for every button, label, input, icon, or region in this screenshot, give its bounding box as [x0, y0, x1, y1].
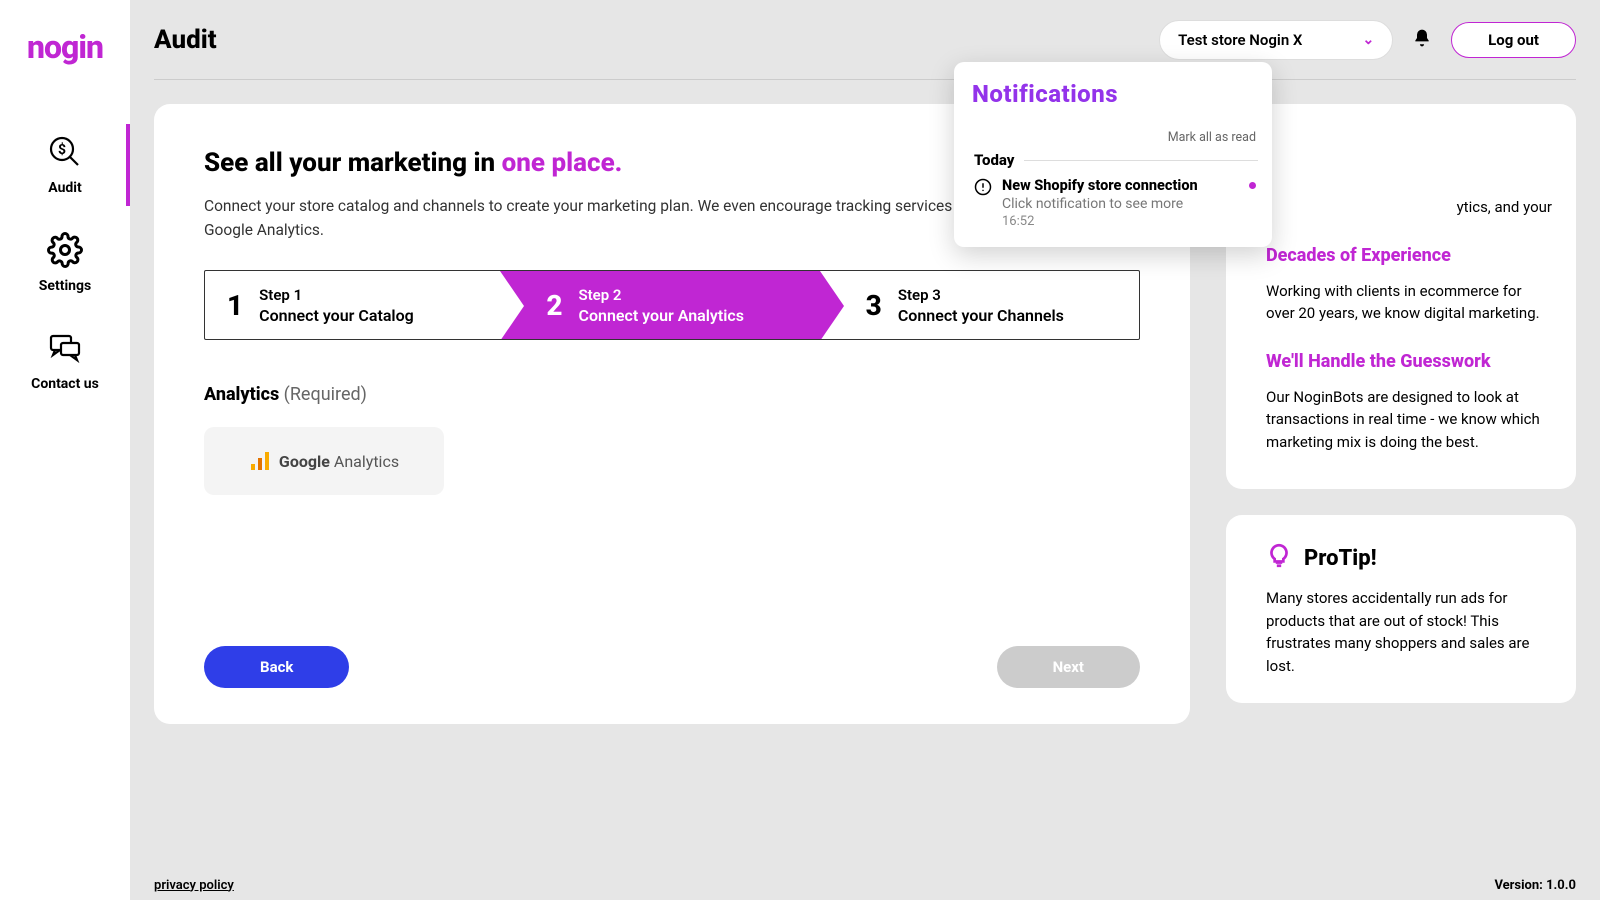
page-title: Audit: [154, 25, 1145, 55]
logo: nogin: [27, 28, 103, 66]
analytics-section-title: Analytics (Required): [204, 384, 1140, 405]
heading-accent: one place.: [502, 148, 623, 178]
notifications-button[interactable]: [1407, 25, 1437, 55]
version-label: Version: 1.0.0: [1494, 878, 1576, 893]
main: Audit Test store Nogin X ⌄ Log out See a…: [130, 0, 1600, 900]
info-text: Working with clients in ecommerce for ov…: [1266, 280, 1552, 325]
sidebar-item-audit[interactable]: $ Audit: [0, 116, 130, 214]
footer: privacy policy Version: 1.0.0: [154, 870, 1576, 900]
step-desc: Connect your Analytics: [578, 306, 743, 325]
sidebar-item-contact[interactable]: Contact us: [0, 312, 130, 410]
logout-button[interactable]: Log out: [1451, 22, 1576, 58]
protip-card: ProTip! Many stores accidentally run ads…: [1226, 515, 1576, 703]
actions-row: Back Next: [204, 616, 1140, 688]
sidebar-item-label: Audit: [48, 180, 82, 196]
step-label: Step 1: [259, 286, 414, 304]
step-number: 2: [546, 289, 562, 322]
info-title: We'll Handle the Guesswork: [1266, 351, 1552, 372]
store-selector[interactable]: Test store Nogin X ⌄: [1159, 20, 1393, 60]
step-3[interactable]: 3 Step 3 Connect your Channels: [820, 271, 1139, 339]
back-button[interactable]: Back: [204, 646, 349, 688]
notification-subtitle: Click notification to see more: [1002, 196, 1256, 212]
analytics-label: Analytics: [204, 384, 279, 405]
alert-circle-icon: [974, 178, 992, 196]
topbar: Audit Test store Nogin X ⌄ Log out: [154, 0, 1576, 80]
notifications-title: Notifications: [968, 80, 1258, 108]
store-name: Test store Nogin X: [1178, 31, 1302, 49]
unread-dot-icon: [1249, 182, 1256, 189]
step-desc: Connect your Catalog: [259, 306, 414, 325]
notification-item[interactable]: New Shopify store connection Click notif…: [968, 173, 1258, 229]
notification-title: New Shopify store connection: [1002, 177, 1198, 194]
google-analytics-card[interactable]: Google Analytics: [204, 427, 444, 495]
info-text-partial: ytics, and your: [1266, 196, 1552, 219]
notification-time: 16:52: [1002, 214, 1256, 229]
sidebar-item-label: Settings: [39, 278, 91, 294]
privacy-link[interactable]: privacy policy: [154, 878, 234, 893]
step-number: 1: [227, 289, 243, 322]
analytics-note: (Required): [279, 384, 367, 405]
mark-all-read[interactable]: Mark all as read: [968, 130, 1258, 145]
sidebar-item-label: Contact us: [31, 376, 99, 392]
lightbulb-icon: [1266, 543, 1292, 573]
step-desc: Connect your Channels: [898, 306, 1064, 325]
subheading: Connect your store catalog and channels …: [204, 194, 1024, 242]
step-label: Step 2: [578, 286, 743, 304]
protip-title: ProTip!: [1304, 546, 1377, 571]
svg-text:$: $: [58, 141, 66, 158]
content-row: See all your marketing in one place. Con…: [154, 104, 1576, 724]
step-2[interactable]: 2 Step 2 Connect your Analytics: [500, 271, 819, 339]
sidebar-item-settings[interactable]: Settings: [0, 214, 130, 312]
info-text: Our NoginBots are designed to look at tr…: [1266, 386, 1552, 454]
stepper: 1 Step 1 Connect your Catalog 2 Step 2 C…: [204, 270, 1140, 340]
notification-day: Today: [974, 151, 1014, 169]
step-number: 3: [866, 289, 882, 322]
dollar-magnify-icon: $: [47, 134, 83, 170]
chat-icon: [47, 330, 83, 366]
google-analytics-label: Google Analytics: [279, 452, 399, 471]
bell-icon: [1412, 28, 1432, 52]
info-card: ytics, and your Decades of Experience Wo…: [1226, 104, 1576, 489]
notifications-panel: Notifications Mark all as read Today New…: [954, 62, 1272, 247]
gear-icon: [47, 232, 83, 268]
google-analytics-icon: [249, 450, 271, 472]
logo-text: nogin: [27, 28, 103, 66]
info-title: Decades of Experience: [1266, 245, 1552, 266]
divider: [1024, 160, 1258, 161]
right-column: ytics, and your Decades of Experience Wo…: [1226, 104, 1576, 703]
chevron-down-icon: ⌄: [1362, 32, 1374, 48]
heading-text: See all your marketing in: [204, 148, 502, 178]
protip-text: Many stores accidentally run ads for pro…: [1266, 587, 1552, 677]
step-1[interactable]: 1 Step 1 Connect your Catalog: [205, 271, 500, 339]
next-button[interactable]: Next: [997, 646, 1140, 688]
step-label: Step 3: [898, 286, 1064, 304]
sidebar: nogin $ Audit Settings Contact us: [0, 0, 130, 900]
